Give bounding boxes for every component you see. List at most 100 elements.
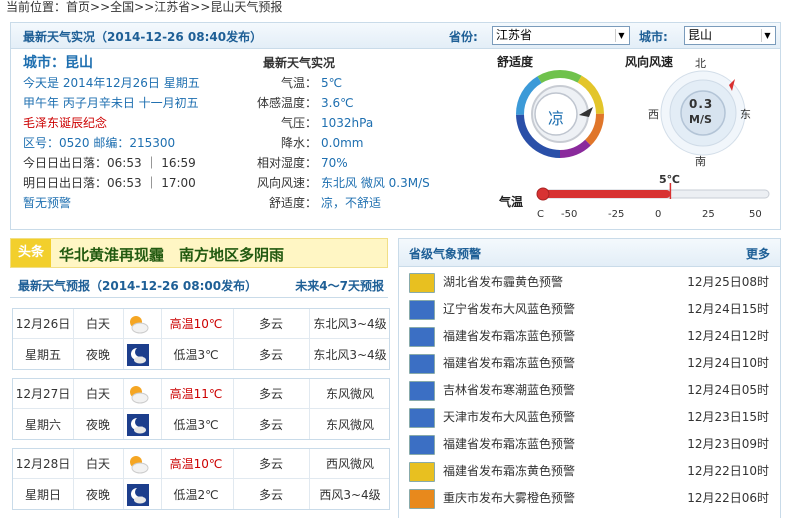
breadcrumb-sep: >> (90, 0, 111, 14)
warning-item[interactable]: 福建省发布霜冻蓝色预警 12月23日09时 (407, 431, 773, 458)
forecast-day-row: 12月26日 白天 高温10℃ 多云 东北风3~4级 (13, 309, 389, 339)
warning-item[interactable]: 福建省发布霜冻蓝色预警 12月24日12时 (407, 323, 773, 350)
chevron-down-icon: ▼ (761, 29, 773, 42)
forecast-day-label: 白天 (85, 317, 110, 331)
temp-tick-label: -50 (561, 209, 578, 220)
observation-key: 体感温度： (257, 96, 318, 110)
observation-value: 凉，不舒适 (321, 196, 382, 210)
temp-tick-label: -25 (608, 209, 625, 220)
cloudy-night-icon (127, 344, 149, 366)
temp-tick-label: 0 (655, 209, 662, 220)
forecast-day-sky: 多云 (258, 387, 283, 401)
observation-row: 风向风速： 东北风 微风 0.3M/S (257, 173, 487, 193)
breadcrumb-home-link[interactable]: 首页 (66, 0, 90, 14)
forecast-title: 最新天气预报（2014-12-26 08:00发布） (18, 279, 258, 293)
warning-item[interactable]: 重庆市发布大雾橙色预警 12月22日06时 (407, 485, 773, 512)
warning-text[interactable]: 天津市发布大风蓝色预警 (443, 404, 575, 431)
breadcrumb-province-link[interactable]: 江苏省 (154, 0, 190, 14)
divider (123, 379, 124, 439)
warning-time: 12月24日15时 (687, 302, 769, 316)
warning-item[interactable]: 福建省发布霜冻黄色预警 12月22日10时 (407, 458, 773, 485)
divider (233, 309, 234, 369)
warning-text[interactable]: 福建省发布霜冻蓝色预警 (443, 431, 575, 458)
warning-item[interactable]: 辽宁省发布大风蓝色预警 12月24日15时 (407, 296, 773, 323)
observation-key: 气压： (280, 116, 317, 130)
headline-tag: 头条 (11, 239, 51, 267)
forecast-date: 12月26日 (15, 317, 71, 331)
warning-signal-icon (409, 489, 435, 509)
warnings-title: 省级气象预警 (409, 247, 482, 261)
forecast-night-wind: 西风3~4级 (319, 488, 381, 502)
observation-key: 舒适度： (268, 196, 317, 210)
observation-row: 降水： 0.0mm (257, 133, 487, 153)
warning-text[interactable]: 重庆市发布大雾橙色预警 (443, 485, 575, 512)
partly-cloudy-day-icon (127, 453, 149, 475)
forecast-night-label: 夜晚 (85, 488, 110, 502)
divider (233, 449, 234, 509)
sun-today-line: 今日日出日落：06:53 ｜ 16:59 (23, 156, 196, 170)
warning-text[interactable]: 湖北省发布霾黄色预警 (443, 269, 563, 296)
warning-text[interactable]: 福建省发布霜冻黄色预警 (443, 458, 575, 485)
warning-text[interactable]: 吉林省发布寒潮蓝色预警 (443, 377, 575, 404)
comfort-title: 舒适度 (497, 55, 534, 69)
headline-banner[interactable]: 头条 华北黄淮再现霾 南方地区多阴雨 (10, 238, 388, 268)
warning-text[interactable]: 福建省发布霜冻蓝色预警 (443, 323, 575, 350)
observation-title: 最新天气实况 (263, 56, 336, 70)
observation-key: 降水： (280, 136, 317, 150)
lunar-line: 甲午年 丙子月辛未日 十一月初五 (23, 96, 199, 110)
warning-signal-icon (409, 408, 435, 428)
warning-signal-icon (409, 462, 435, 482)
headline-text[interactable]: 华北黄淮再现霾 南方地区多阴雨 (59, 244, 284, 265)
chevron-down-icon: ▼ (615, 29, 627, 42)
warning-time: 12月22日10时 (687, 464, 769, 478)
city-title: 城市：昆山 (23, 55, 93, 71)
forecast-night-row: 星期六 夜晚 低温3℃ 多云 东风微风 (13, 410, 389, 440)
observation-row: 气压： 1032hPa (257, 113, 487, 133)
observation-key: 风向风速： (257, 176, 318, 190)
forecast-day-row: 12月28日 白天 高温10℃ 多云 西风微风 (13, 449, 389, 479)
warnings-more-link[interactable]: 更多 (746, 245, 770, 262)
observation-value: 0.0mm (321, 136, 364, 150)
warnings-panel: 省级气象预警 更多 湖北省发布霾黄色预警 12月25日08时 辽宁省发布大风蓝色… (398, 238, 781, 518)
wind-dir-north: 北 (695, 57, 706, 70)
forecast-day: 12月27日 白天 高温11℃ 多云 东风微风 星期六 夜晚 低温3℃ 多云 东… (12, 378, 390, 440)
warning-text[interactable]: 福建省发布霜冻蓝色预警 (443, 350, 575, 377)
breadcrumb-all-link[interactable]: 全国 (110, 0, 134, 14)
forecast-more-link[interactable]: 未来4～7天预报 (295, 277, 384, 294)
forecast-night-wind: 东风微风 (325, 418, 374, 432)
observation-row: 气温： 5℃ (257, 73, 487, 93)
warning-signal-icon (409, 354, 435, 374)
forecast-night-sky: 多云 (258, 418, 283, 432)
wind-dir-east: 东 (740, 108, 751, 121)
province-select[interactable]: 江苏省 ▼ (492, 26, 630, 45)
live-weather-title: 最新天气实况（2014-12-26 08:40发布） (23, 30, 263, 44)
warning-signal-icon (409, 435, 435, 455)
alert-status: 暂无预警 (23, 196, 72, 210)
cloudy-night-icon (127, 484, 149, 506)
city-select-value: 昆山 (688, 28, 713, 42)
forecast-night-sky: 多云 (258, 348, 283, 362)
warning-text[interactable]: 辽宁省发布大风蓝色预警 (443, 296, 575, 323)
observation-row: 相对湿度： 70% (257, 153, 487, 173)
warning-signal-icon (409, 327, 435, 347)
forecast-week: 星期日 (24, 488, 61, 502)
warning-item[interactable]: 湖北省发布霾黄色预警 12月25日08时 (407, 269, 773, 296)
observation-value: 70% (321, 156, 348, 170)
observation-value: 1032hPa (321, 116, 374, 130)
observation-value: 东北风 微风 0.3M/S (321, 176, 430, 190)
warning-time: 12月23日09时 (687, 437, 769, 451)
forecast-low: 低温3℃ (173, 418, 219, 432)
warning-item[interactable]: 天津市发布大风蓝色预警 12月23日15时 (407, 404, 773, 431)
wind-unit: M/S (689, 113, 712, 126)
city-select[interactable]: 昆山 ▼ (684, 26, 776, 45)
warning-item[interactable]: 吉林省发布寒潮蓝色预警 12月24日05时 (407, 377, 773, 404)
forecast-day-sky: 多云 (258, 457, 283, 471)
temp-tick-label: C (537, 209, 544, 220)
warning-item[interactable]: 福建省发布霜冻蓝色预警 12月24日10时 (407, 350, 773, 377)
forecast-high: 高温11℃ (169, 387, 223, 401)
breadcrumb-sep: >> (190, 0, 211, 14)
live-weather-header: 最新天气实况（2014-12-26 08:40发布） 省份: 江苏省 ▼ 城市: … (11, 23, 780, 49)
forecast-day: 12月28日 白天 高温10℃ 多云 西风微风 星期日 夜晚 低温2℃ 多云 西… (12, 448, 390, 510)
warning-time: 12月24日10时 (687, 356, 769, 370)
observation-row: 体感温度： 3.6℃ (257, 93, 487, 113)
